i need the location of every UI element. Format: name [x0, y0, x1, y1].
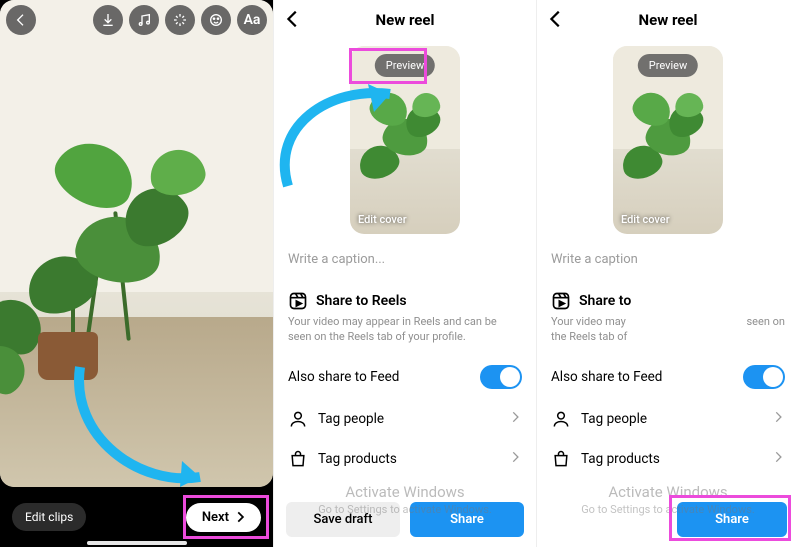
chevron-right-icon [508, 450, 522, 468]
person-icon [288, 409, 308, 429]
cover-thumbnail[interactable]: Preview Edit cover [350, 46, 460, 234]
back-icon[interactable] [282, 8, 304, 34]
new-reel-panel: New reel Preview Edit cover Write a capt… [273, 0, 536, 547]
tag-products-row[interactable]: Tag products [551, 439, 785, 479]
header: New reel [537, 0, 799, 40]
preview-button[interactable]: Preview [375, 54, 435, 77]
feed-toggle[interactable] [480, 365, 522, 389]
caption-input[interactable]: Write a caption... [274, 234, 536, 279]
footer-actions: Save draft Share [274, 502, 536, 537]
person-icon [551, 409, 571, 429]
share-to-reels-desc: Your video may appear in Reels and can b… [288, 311, 522, 355]
also-share-to-feed-row: Also share to Feed [288, 355, 522, 399]
caption-input[interactable]: Write a caption [537, 234, 799, 279]
bag-icon [288, 449, 308, 469]
footer-actions: Share [537, 502, 799, 537]
sticker-icon[interactable] [201, 5, 231, 35]
next-button[interactable]: Next [186, 503, 261, 532]
preview-button[interactable]: Preview [638, 54, 698, 77]
save-draft-button[interactable]: Save draft [286, 502, 400, 537]
new-reel-panel-share: New reel Preview Edit cover Write a capt… [536, 0, 799, 547]
text-icon[interactable]: Aa [237, 5, 267, 35]
edit-clips-button[interactable]: Edit clips [12, 503, 86, 531]
editor-top-toolbar: Aa [0, 0, 273, 40]
bag-icon [551, 449, 571, 469]
share-button[interactable]: Share [677, 502, 787, 537]
chevron-right-icon [771, 410, 785, 428]
editor-bottom-bar: Edit clips Next [0, 487, 273, 547]
reels-icon [551, 291, 571, 311]
video-preview [0, 0, 273, 487]
music-icon[interactable] [129, 5, 159, 35]
home-indicator [87, 541, 187, 545]
effects-icon[interactable] [165, 5, 195, 35]
cover-thumbnail[interactable]: Preview Edit cover [613, 46, 723, 234]
share-button[interactable]: Share [410, 502, 524, 537]
also-share-to-feed-row: Also share to Feed [551, 355, 785, 399]
editor-panel: Aa Edit clips Next [0, 0, 273, 547]
header: New reel [274, 0, 536, 40]
tag-people-row[interactable]: Tag people [288, 399, 522, 439]
back-icon[interactable] [6, 5, 36, 35]
share-to-header: Share to [551, 279, 785, 311]
edit-cover-button[interactable]: Edit cover [358, 213, 407, 226]
share-to-desc: Your video may the Reels tab ofseen on [551, 311, 785, 355]
tag-products-row[interactable]: Tag products [288, 439, 522, 479]
edit-cover-button[interactable]: Edit cover [621, 213, 670, 226]
tag-people-row[interactable]: Tag people [551, 399, 785, 439]
share-to-reels-header: Share to Reels [288, 279, 522, 311]
reels-icon [288, 291, 308, 311]
feed-toggle[interactable] [743, 365, 785, 389]
page-title: New reel [376, 11, 435, 29]
download-icon[interactable] [93, 5, 123, 35]
page-title: New reel [639, 11, 698, 29]
chevron-right-icon [771, 450, 785, 468]
next-button-label: Next [202, 510, 229, 525]
chevron-right-icon [508, 410, 522, 428]
back-icon[interactable] [545, 8, 567, 34]
